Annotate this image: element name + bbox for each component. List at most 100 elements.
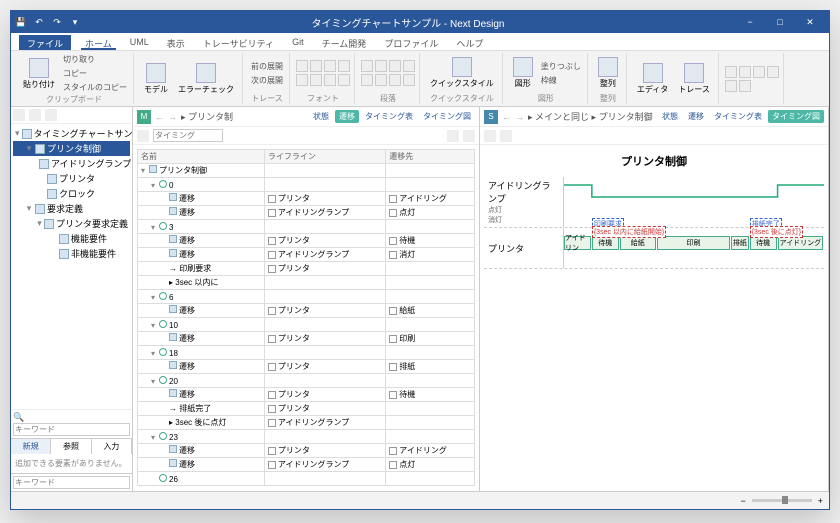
menu-tab-ヘルプ[interactable]: ヘルプ — [452, 35, 487, 50]
checkbox-icon[interactable] — [268, 391, 276, 399]
ribbon-button-sm[interactable]: コピー — [61, 67, 129, 80]
expand-icon[interactable]: ▾ — [151, 377, 159, 386]
ribbon-icon[interactable] — [310, 60, 322, 72]
table-row[interactable]: 26 — [138, 472, 475, 486]
nav-fwd-icon[interactable]: → — [168, 112, 177, 122]
checkbox-icon[interactable] — [389, 461, 397, 469]
ribbon-icon[interactable] — [403, 60, 415, 72]
table-row[interactable]: → 印刷要求プリンタ — [138, 262, 475, 276]
tb-icon[interactable] — [484, 130, 496, 142]
tree-node[interactable]: 機能要件 — [13, 231, 130, 246]
checkbox-icon[interactable] — [389, 251, 397, 259]
timing-chart[interactable]: アイドリングランプ点灯消灯プリンタアイドリン待機給紙印刷排紙待機アイドリング印刷… — [484, 177, 824, 269]
ribbon-button-sm[interactable]: 前の展開 — [249, 60, 285, 73]
table-row[interactable]: 遷移プリンタ印刷 — [138, 332, 475, 346]
ribbon-icon[interactable] — [725, 80, 737, 92]
checkbox-icon[interactable] — [389, 391, 397, 399]
state-segment[interactable]: 給紙 — [620, 236, 656, 250]
tree-node[interactable]: ▾プリンタ要求定義 — [13, 216, 130, 231]
checkbox-icon[interactable] — [389, 363, 397, 371]
ribbon-button[interactable]: クイックスタイル — [426, 55, 498, 91]
ribbon-icon[interactable] — [389, 74, 401, 86]
checkbox-icon[interactable] — [268, 447, 276, 455]
table-row[interactable]: 遷移アイドリングランプ点灯 — [138, 458, 475, 472]
table-row[interactable]: 遷移プリンタ給紙 — [138, 304, 475, 318]
table-row[interactable]: ▾10 — [138, 318, 475, 332]
nav-back-icon[interactable]: ← — [502, 112, 511, 122]
ribbon-button-sm[interactable]: スタイルのコピー — [61, 81, 129, 94]
checkbox-icon[interactable] — [268, 363, 276, 371]
save-icon[interactable]: 💾 — [15, 16, 27, 28]
checkbox-icon[interactable] — [268, 335, 276, 343]
ribbon-button-sm[interactable]: 枠線 — [539, 74, 583, 87]
expand-icon[interactable]: ▾ — [151, 349, 159, 358]
ribbon-icon[interactable] — [739, 80, 751, 92]
column-header[interactable]: 遷移先 — [386, 150, 475, 164]
home-icon[interactable] — [13, 109, 25, 121]
ribbon-icon[interactable] — [767, 66, 779, 78]
expand-icon[interactable]: ▾ — [15, 128, 20, 139]
expand-icon[interactable]: ▾ — [25, 203, 33, 214]
state-segment[interactable]: 排紙 — [731, 236, 749, 250]
table-row[interactable]: ▾0 — [138, 178, 475, 192]
pane-tab[interactable]: タイミング表 — [361, 110, 417, 123]
undo-icon[interactable]: ↶ — [33, 16, 45, 28]
state-segment[interactable]: 待機 — [592, 236, 619, 250]
ribbon-icon[interactable] — [753, 66, 765, 78]
ribbon-button[interactable]: トレース — [674, 61, 714, 97]
ribbon-icon[interactable] — [375, 74, 387, 86]
nav-back-icon[interactable]: ← — [155, 112, 164, 122]
table-row[interactable]: 遷移アイドリングランプ点灯 — [138, 206, 475, 220]
tree-node[interactable]: クロック — [13, 186, 130, 201]
table-row[interactable]: 遷移プリンタアイドリング — [138, 192, 475, 206]
ribbon-icon[interactable] — [338, 60, 350, 72]
close-button[interactable]: ✕ — [795, 11, 825, 33]
checkbox-icon[interactable] — [268, 461, 276, 469]
ribbon-icon[interactable] — [361, 60, 373, 72]
checkbox-icon[interactable] — [389, 237, 397, 245]
menu-tab-チーム開発[interactable]: チーム開発 — [318, 35, 371, 50]
tree-node[interactable]: アイドリングランプ — [13, 156, 130, 171]
sidebar-tab[interactable]: 入力 — [92, 439, 132, 454]
state-segment[interactable]: 待機 — [750, 236, 777, 250]
table-row[interactable]: 遷移アイドリングランプ消灯 — [138, 248, 475, 262]
redo-icon[interactable]: ↷ — [51, 16, 63, 28]
menu-tab-Git[interactable]: Git — [288, 35, 308, 50]
sidebar-bottom-input[interactable] — [13, 476, 130, 489]
table-row[interactable]: ▸ 3sec 以内に — [138, 276, 475, 290]
checkbox-icon[interactable] — [268, 195, 276, 203]
expand-icon[interactable]: ▾ — [141, 166, 149, 175]
tree-node[interactable]: ▾プリンタ制御 — [13, 141, 130, 156]
menu-tab-ホーム[interactable]: ホーム — [81, 35, 116, 50]
checkbox-icon[interactable] — [389, 307, 397, 315]
column-header[interactable]: ライフライン — [264, 150, 385, 164]
breadcrumb[interactable]: ▸ プリンタ制 — [181, 110, 233, 123]
tree-node[interactable]: ▾要求定義 — [13, 201, 130, 216]
pane-search-input[interactable] — [153, 129, 223, 142]
expand-icon[interactable]: ▾ — [37, 218, 42, 229]
checkbox-icon[interactable] — [389, 335, 397, 343]
sidebar-tab[interactable]: 参照 — [51, 439, 91, 454]
checkbox-icon[interactable] — [268, 209, 276, 217]
qat-dropdown-icon[interactable]: ▾ — [69, 16, 81, 28]
maximize-button[interactable]: □ — [765, 11, 795, 33]
tree-node[interactable]: ▾タイミングチャートサンプル — [13, 126, 130, 141]
ribbon-icon[interactable] — [296, 74, 308, 86]
table-row[interactable]: 遷移プリンタ排紙 — [138, 360, 475, 374]
pane-tab[interactable]: 状態 — [658, 110, 682, 123]
sidebar-tab[interactable]: 新規 — [11, 439, 51, 454]
state-segment[interactable]: アイドリン — [564, 236, 591, 250]
zoom-in-button[interactable]: + — [818, 496, 823, 506]
pane-tab[interactable]: タイミング図 — [768, 110, 824, 123]
tree-node[interactable]: 非機能要件 — [13, 246, 130, 261]
checkbox-icon[interactable] — [268, 265, 276, 273]
menu-tab-UML[interactable]: UML — [126, 35, 153, 50]
checkbox-icon[interactable] — [389, 209, 397, 217]
ribbon-icon[interactable] — [296, 60, 308, 72]
expand-icon[interactable]: ▾ — [151, 181, 159, 190]
pane-tab[interactable]: 遷移 — [335, 110, 359, 123]
ribbon-icon[interactable] — [361, 74, 373, 86]
tree-node[interactable]: プリンタ — [13, 171, 130, 186]
ribbon-button[interactable]: エラーチェック — [174, 61, 238, 97]
table-row[interactable]: ▾プリンタ制御 — [138, 164, 475, 178]
